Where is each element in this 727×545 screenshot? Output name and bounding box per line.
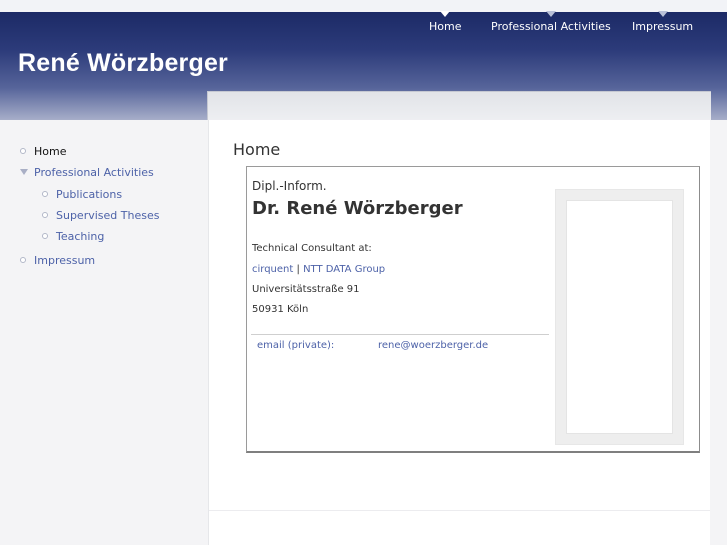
- sidebar-item-professional-activities[interactable]: Professional Activities: [20, 166, 154, 179]
- sidebar-item-impressum[interactable]: Impressum: [20, 254, 96, 267]
- cirquent-link[interactable]: cirquent: [252, 264, 293, 275]
- bullet-icon: [20, 148, 26, 154]
- sidebar-item-home[interactable]: Home: [20, 145, 67, 158]
- card-divider: [251, 334, 549, 335]
- page-title: Home: [233, 140, 281, 159]
- content-bottom-line: [209, 510, 711, 511]
- street-address: Universitätsstraße 91: [252, 284, 360, 295]
- topnav-impressum-label: Impressum: [632, 20, 694, 33]
- bullet-icon: [20, 257, 26, 263]
- content-top-bar: [207, 91, 711, 121]
- topnav-impressum[interactable]: Impressum: [632, 11, 694, 33]
- person-name: Dr. René Wörzberger: [252, 198, 463, 219]
- portrait-photo-frame: [555, 189, 684, 445]
- sidebar-item-publications[interactable]: Publications: [42, 188, 123, 201]
- sidebar-item-label: Impressum: [34, 254, 96, 267]
- dropdown-marker-icon: [657, 11, 668, 17]
- expanded-triangle-icon: [20, 169, 28, 175]
- sidebar-item-supervised-theses[interactable]: Supervised Theses: [42, 209, 160, 222]
- sidebar-item-label: Professional Activities: [34, 166, 154, 179]
- sidebar-item-teaching[interactable]: Teaching: [42, 230, 105, 243]
- bullet-icon: [42, 191, 48, 197]
- top-navigation: Home Professional Activities Impressum: [0, 0, 727, 40]
- right-margin: [710, 120, 727, 545]
- email-link[interactable]: rene@woerzberger.de: [378, 340, 488, 351]
- site-title: René Wörzberger: [18, 49, 228, 77]
- topnav-home[interactable]: Home: [429, 11, 462, 33]
- topnav-professional-activities-label: Professional Activities: [491, 20, 611, 33]
- sidebar-item-label: Supervised Theses: [56, 209, 160, 222]
- city-address: 50931 Köln: [252, 304, 309, 315]
- employer-line: cirquent | NTT DATA Group: [252, 264, 385, 275]
- sidebar-item-label: Home: [34, 145, 67, 158]
- active-marker-icon: [440, 11, 451, 17]
- portrait-photo-placeholder: [566, 200, 673, 434]
- bullet-icon: [42, 233, 48, 239]
- sidebar-item-label: Publications: [56, 188, 123, 201]
- dropdown-marker-icon: [545, 11, 556, 17]
- main-content: Home Dipl.-Inform. Dr. René Wörzberger T…: [208, 120, 711, 545]
- bullet-icon: [42, 212, 48, 218]
- topnav-professional-activities[interactable]: Professional Activities: [491, 11, 611, 33]
- academic-degree: Dipl.-Inform.: [252, 179, 327, 193]
- topnav-home-label: Home: [429, 20, 462, 33]
- role-text: Technical Consultant at:: [252, 243, 372, 254]
- sidebar-item-label: Teaching: [56, 230, 105, 243]
- sidebar-background: [0, 120, 208, 545]
- ntt-data-link[interactable]: NTT DATA Group: [303, 264, 385, 275]
- contact-card: Dipl.-Inform. Dr. René Wörzberger Techni…: [246, 166, 700, 453]
- email-label: email (private):: [257, 340, 335, 351]
- employer-separator: |: [296, 264, 300, 275]
